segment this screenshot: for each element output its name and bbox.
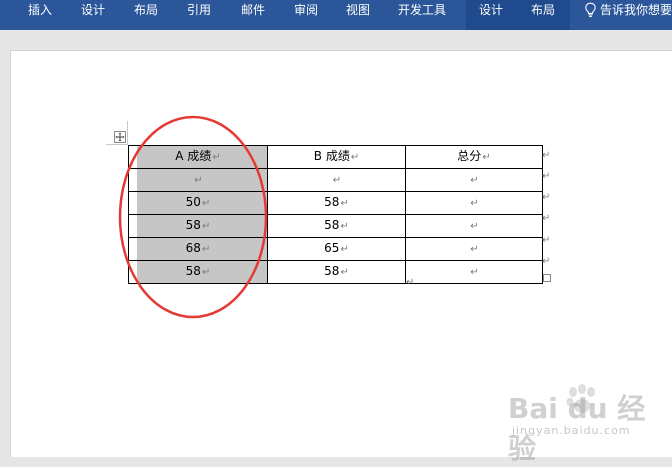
- row-end-mark: ↵: [542, 192, 551, 203]
- tell-me-search[interactable]: 告诉我你想要: [584, 0, 672, 30]
- cell-total-1[interactable]: ↵: [405, 168, 543, 192]
- annotation-ellipse: [118, 115, 268, 319]
- tab-review[interactable]: 审阅: [294, 0, 318, 30]
- ribbon-tab-bar: 插入 设计 布局 引用 邮件 审阅 视图 开发工具 设计 布局 告诉我你想要: [0, 0, 672, 30]
- paragraph-mark: ↵: [406, 277, 415, 288]
- row-end-mark: ↵: [542, 213, 551, 224]
- cell-total-4[interactable]: ↵: [405, 237, 543, 261]
- cell-total-5[interactable]: ↵: [405, 260, 543, 284]
- tab-view[interactable]: 视图: [346, 0, 370, 30]
- row-end-mark: ↵: [542, 256, 551, 267]
- tab-table-design[interactable]: 设计: [479, 0, 503, 30]
- tab-table-layout[interactable]: 布局: [531, 0, 555, 30]
- tab-mailings[interactable]: 邮件: [241, 0, 265, 30]
- row-end-mark: ↵: [542, 171, 551, 182]
- cell-b-4[interactable]: 65↵: [267, 237, 406, 261]
- lightbulb-icon: [585, 2, 596, 18]
- row-end-mark: ↵: [542, 235, 551, 246]
- tab-insert[interactable]: 插入: [28, 0, 52, 30]
- tab-references[interactable]: 引用: [187, 0, 211, 30]
- watermark-url: jingyan.baidu.com: [512, 424, 631, 437]
- tab-developer[interactable]: 开发工具: [398, 0, 446, 30]
- table-resize-handle[interactable]: [543, 274, 551, 282]
- header-cell-b[interactable]: B 成绩↵: [267, 145, 406, 169]
- cell-total-2[interactable]: ↵: [405, 191, 543, 215]
- cell-total-3[interactable]: ↵: [405, 214, 543, 238]
- tell-me-text: 告诉我你想要: [600, 3, 672, 17]
- ruler-gap: [0, 30, 672, 50]
- row-end-mark: ↵: [542, 150, 551, 161]
- cell-b-5[interactable]: 58↵: [267, 260, 406, 284]
- cell-b-1[interactable]: ↵: [267, 168, 406, 192]
- tab-layout[interactable]: 布局: [134, 0, 158, 30]
- tab-design[interactable]: 设计: [81, 0, 105, 30]
- cell-b-3[interactable]: 58↵: [267, 214, 406, 238]
- cell-b-2[interactable]: 58↵: [267, 191, 406, 215]
- header-cell-total[interactable]: 总分↵: [405, 145, 543, 169]
